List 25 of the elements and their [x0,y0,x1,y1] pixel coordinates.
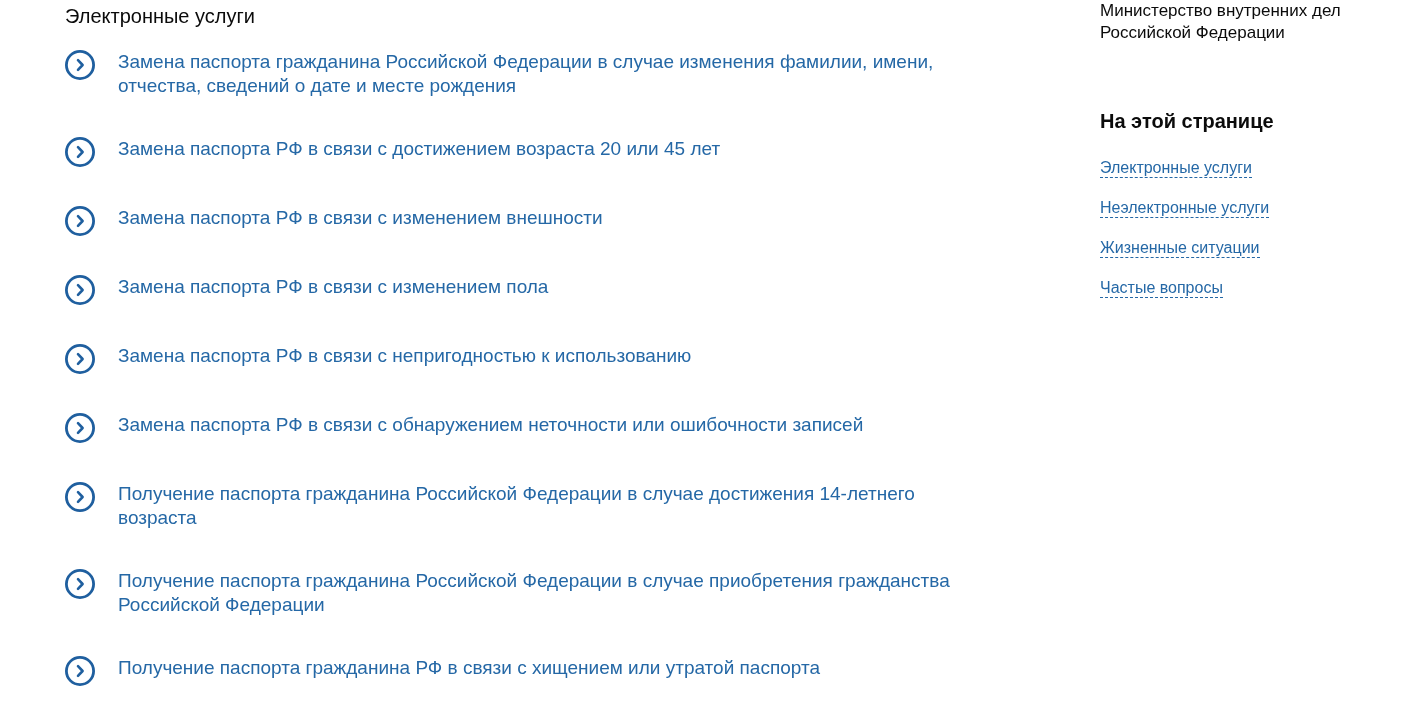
chevron-circle-icon[interactable] [65,344,95,374]
page-section-link[interactable]: Жизненные ситуации [1100,239,1260,258]
agency-name: Министерство внутренних дел Российской Федерации [1100,0,1342,44]
chevron-circle-icon[interactable] [65,413,95,443]
service-link[interactable]: Замена паспорта РФ в связи с изменением внешности [118,206,603,230]
service-link[interactable]: Замена паспорта РФ в связи с достижением возраста 20 или 45 лет [118,137,721,161]
service-link[interactable]: Получение паспорта гражданина Российской Федерации в случае приобретения гражданства Российской Федерации [118,569,963,617]
chevron-circle-icon[interactable] [65,656,95,686]
toc-heading: На этой странице [1100,109,1274,133]
page-section-link[interactable]: Неэлектронные услуги [1100,199,1270,218]
chevron-circle-icon[interactable] [65,137,95,167]
chevron-circle-icon[interactable] [65,50,95,80]
service-link[interactable]: Получение паспорта гражданина РФ в связи с хищением или утратой паспорта [118,656,820,680]
page-section-link[interactable]: Электронные услуги [1100,159,1252,178]
service-link[interactable]: Замена паспорта гражданина Российской Федерации в случае изменения фамилии, имени, отчества, сведений о дате и месте рождения [118,50,963,98]
chevron-circle-icon[interactable] [65,206,95,236]
page-section-link[interactable]: Частые вопросы [1100,279,1223,298]
section-heading: Электронные услуги [65,4,255,28]
service-link[interactable]: Замена паспорта РФ в связи с обнаружением неточности или ошибочности записей [118,413,864,437]
chevron-circle-icon[interactable] [65,275,95,305]
chevron-circle-icon[interactable] [65,482,95,512]
chevron-circle-icon[interactable] [65,569,95,599]
service-link[interactable]: Получение паспорта гражданина Российской Федерации в случае достижения 14-летнего возраста [118,482,963,530]
service-link[interactable]: Замена паспорта РФ в связи с изменением пола [118,275,549,299]
service-link[interactable]: Замена паспорта РФ в связи с непригодностью к использованию [118,344,692,368]
